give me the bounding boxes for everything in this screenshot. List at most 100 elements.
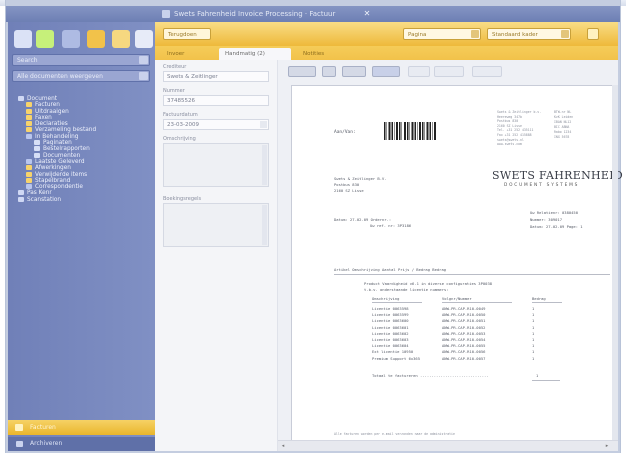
metadata-form: Crediteur Swets & Zeitlinger Nummer 3748…	[155, 60, 278, 451]
window-title: Swets Fahrenheid Invoice Processing · Fa…	[174, 10, 336, 18]
table-cell: ANW-PR-CAP-R10-0053	[442, 330, 486, 336]
next-page-button[interactable]	[472, 66, 502, 77]
folder-icon	[18, 190, 24, 196]
page-navigator[interactable]	[434, 66, 464, 77]
frame-select[interactable]: Standaard kader	[487, 28, 571, 40]
field-label: Factuurdatum	[163, 112, 198, 118]
chevron-down-icon[interactable]	[561, 30, 569, 38]
folder-icon	[34, 146, 40, 152]
tab-bar: Invoer Handmatig (2) Notities	[155, 46, 618, 60]
text-line: ING 5678	[554, 135, 570, 139]
filter-select[interactable]: Alle documenten weergeven	[12, 70, 150, 82]
tools-icon[interactable]	[62, 30, 80, 48]
text-line: IBAN NL12	[554, 120, 572, 124]
tree-item-label: Scanstation	[27, 196, 62, 203]
booking-textarea[interactable]	[163, 203, 269, 247]
divider	[372, 302, 422, 303]
folder-icon[interactable]	[87, 30, 105, 48]
field-label: Boekingsregels	[163, 196, 202, 202]
calendar-icon[interactable]	[260, 121, 267, 128]
table-cell: 1	[532, 349, 535, 355]
play-icon[interactable]	[36, 30, 54, 48]
divider	[532, 380, 560, 381]
title-bar: Swets Fahrenheid Invoice Processing · Fa…	[6, 6, 620, 22]
table-cell: ANW-PR-CAP-R10-0055	[442, 343, 486, 349]
table-cell: ANW-PR-CAP-R10-0050	[442, 312, 486, 318]
back-button[interactable]: Terugdoen	[163, 28, 211, 40]
settings-icon[interactable]	[135, 30, 153, 48]
tree-item-label: Stapelbrand	[35, 177, 71, 184]
divider	[442, 302, 512, 303]
prev-page-button[interactable]	[408, 66, 430, 77]
table-header: Artikel Omschrijving Aantal Prijs / Bedr…	[334, 267, 447, 272]
rotate-button[interactable]	[372, 66, 400, 77]
sidebar: Search Alle documenten weergeven Documen…	[8, 22, 155, 450]
scrollbar[interactable]	[262, 205, 267, 245]
field-label: Crediteur	[163, 64, 187, 70]
folder-icon	[26, 121, 32, 127]
text-line: www.swets.com	[497, 142, 522, 147]
crediteur-field[interactable]: Swets & Zeitlinger	[163, 71, 269, 82]
window-button[interactable]	[587, 28, 599, 40]
folder-icon	[15, 424, 23, 431]
table-cell: ANW-PR-CAP-R10-0049	[442, 306, 486, 311]
tree-item-label: Paginaten	[43, 140, 72, 147]
scroll-right-icon[interactable]: ▸	[604, 443, 610, 449]
tab-invoer[interactable]: Invoer	[161, 48, 190, 60]
text-line: Postbus 830	[334, 182, 360, 187]
text-line: Tel. +31 252 435111	[497, 128, 534, 133]
table-cell: ANW-PR-CAP-R10-0056	[442, 349, 486, 355]
print-button[interactable]	[322, 66, 336, 77]
search-input[interactable]: Search	[12, 54, 150, 66]
folder-icon	[26, 171, 32, 177]
tree-item-label: Laatste Geleverd	[35, 158, 85, 165]
column-header: Volgnr/Nummer	[442, 296, 472, 301]
fit-page-button[interactable]	[288, 66, 316, 77]
new-document-icon[interactable]	[14, 30, 32, 48]
folder-tree: Document Facturen Uitdraaigen Faxen Declarat…	[18, 96, 153, 203]
folder-icon	[26, 114, 32, 120]
sidebar-section-facturen[interactable]: Facturen	[8, 420, 155, 435]
divider	[532, 302, 562, 303]
tree-item-label: Declaraties	[35, 121, 68, 128]
folder-icon	[34, 152, 40, 158]
tree-item[interactable]: Scanstation	[18, 196, 153, 203]
date-field[interactable]: 23-03-2009	[163, 119, 269, 130]
folder-icon	[26, 158, 32, 164]
text-line: Postbus 830	[497, 119, 519, 124]
zoom-button[interactable]	[342, 66, 366, 77]
tab-close-icon[interactable]: ✕	[362, 9, 372, 19]
folder-icon	[26, 102, 32, 108]
sidebar-section-archive[interactable]: Archiveren	[8, 437, 155, 451]
folder-icon	[26, 177, 32, 183]
folder-icon	[18, 196, 24, 202]
page-select[interactable]: Pagina	[403, 28, 481, 40]
mail-icon[interactable]	[112, 30, 130, 48]
nummer-field[interactable]: 37485526	[163, 95, 269, 106]
text-line: KvK Leiden	[554, 115, 574, 119]
column-header: Bedrag	[532, 296, 546, 301]
text-line: Heereweg 347b	[497, 114, 522, 119]
description-textarea[interactable]	[163, 143, 269, 187]
chevron-down-icon[interactable]	[471, 30, 479, 38]
column-header: Omschrijving	[372, 296, 400, 301]
folder-icon	[26, 127, 32, 133]
tree-item-label: Correspondentie	[35, 184, 83, 191]
tab-handmatig[interactable]: Handmatig (2)	[219, 48, 291, 60]
chevron-down-icon[interactable]	[139, 72, 148, 80]
tab-notities[interactable]: Notities	[297, 48, 330, 60]
company-logo-subtitle: DOCUMENT SYSTEMS	[504, 183, 580, 188]
ref-line: Nummer: 309017	[530, 217, 563, 222]
text-line: Rabo 1234	[554, 130, 572, 134]
text-line: Swets & Zeitlinger B.V.	[334, 176, 387, 181]
table-cell: 1	[532, 324, 535, 330]
table-cell: Ext licentie 10950	[372, 349, 414, 355]
vertical-scrollbar[interactable]	[612, 85, 618, 441]
text-line: BTW-nr NL	[554, 110, 572, 114]
scroll-left-icon[interactable]: ◂	[280, 443, 286, 449]
scrollbar[interactable]	[262, 145, 267, 185]
search-icon[interactable]	[139, 56, 148, 64]
folder-icon	[26, 165, 32, 171]
main-panel: Terugdoen Pagina Standaard kader Invoer …	[155, 22, 623, 451]
horizontal-scrollbar[interactable]: ◂ ▸	[278, 440, 618, 451]
